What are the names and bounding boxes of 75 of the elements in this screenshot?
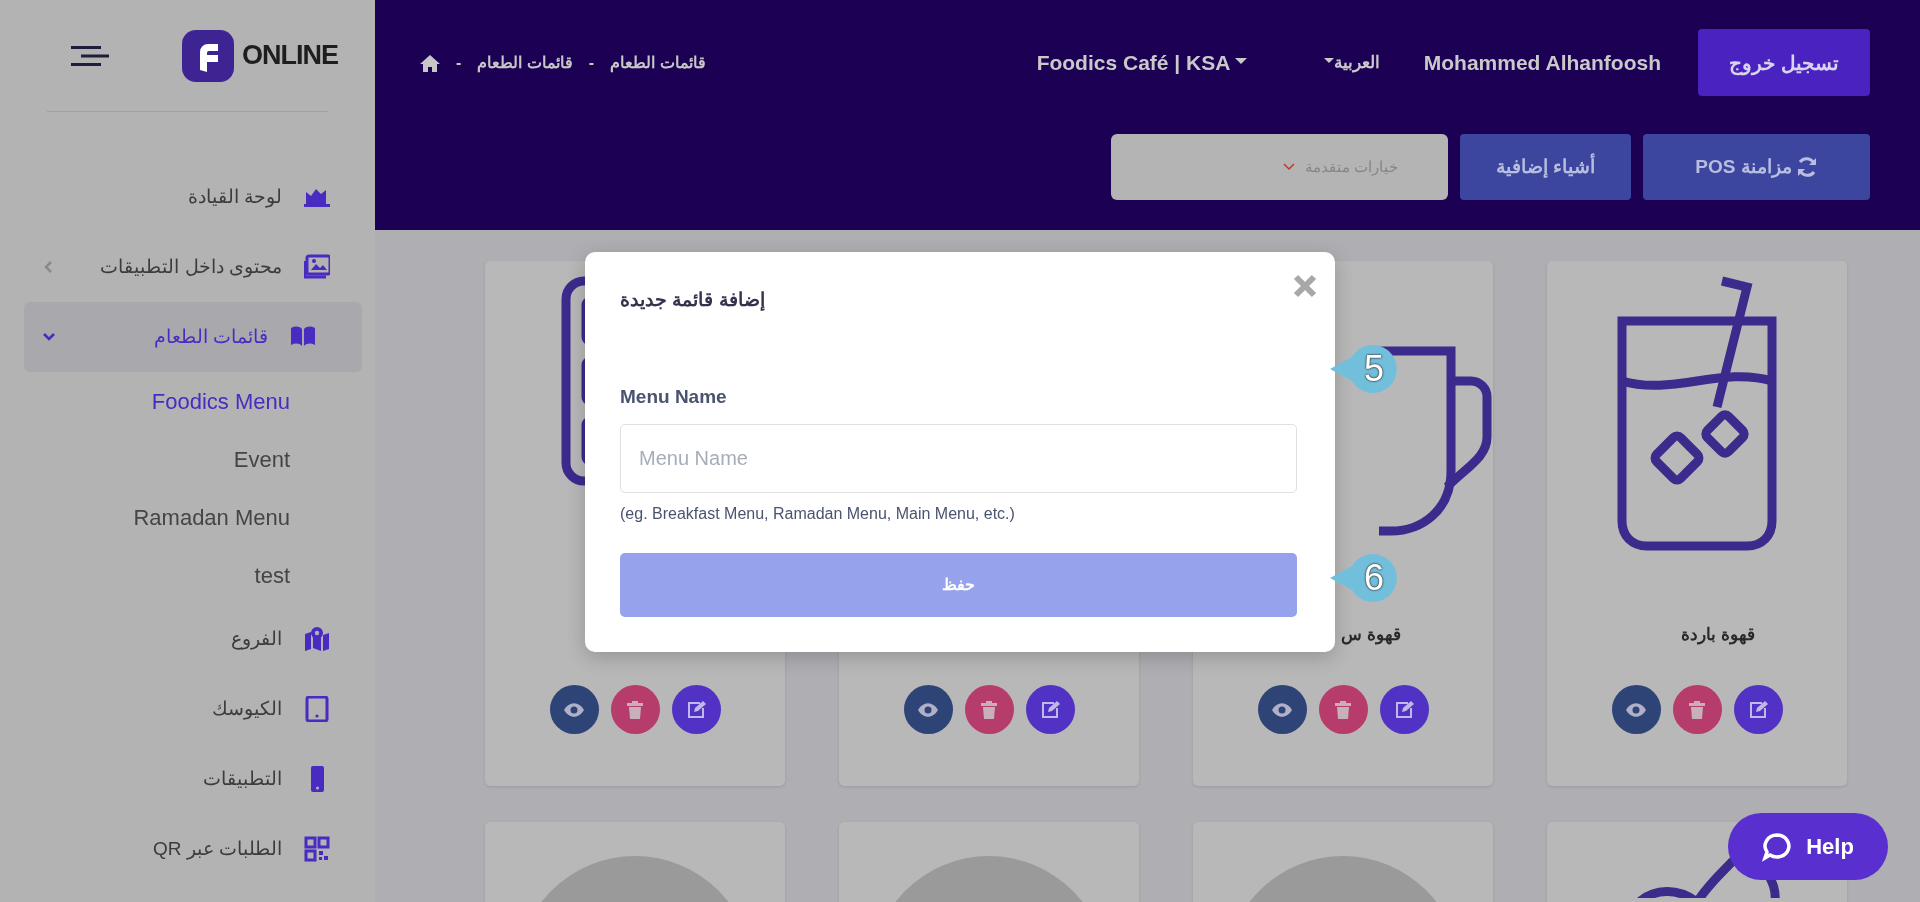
- edit-icon: [1748, 699, 1768, 720]
- view-button[interactable]: [1611, 685, 1661, 734]
- sidebar-item[interactable]: التطبيقات: [24, 744, 362, 814]
- breadcrumb-separator: -: [456, 52, 462, 73]
- modal-title: إضافة قائمة جديدة: [620, 288, 765, 313]
- extras-button[interactable]: أشياء إضافية: [1460, 134, 1631, 200]
- breadcrumb-link[interactable]: قائمات الطعام: [610, 50, 706, 75]
- language-dropdown[interactable]: العربية: [1319, 49, 1380, 76]
- map-icon: [304, 626, 330, 652]
- edit-button[interactable]: [1025, 685, 1075, 734]
- business-dropdown[interactable]: Foodics Café | KSA: [1036, 46, 1248, 79]
- view-button[interactable]: [1257, 685, 1307, 734]
- edit-icon: [686, 699, 706, 720]
- qr-code-icon: [304, 836, 330, 862]
- card-title: قهوة س: [1341, 624, 1401, 647]
- sidebar-label: محتوى داخل التطبيقات: [100, 254, 282, 280]
- sidebar-item[interactable]: الفروع: [24, 604, 362, 674]
- view-button[interactable]: [903, 685, 953, 734]
- edit-button[interactable]: [1379, 685, 1429, 734]
- breadcrumb-link[interactable]: قائمات الطعام: [477, 50, 573, 75]
- user-name: Mohammed Alhanfoosh: [1423, 49, 1661, 76]
- sidebar-item[interactable]: قائمات الطعام: [24, 302, 362, 372]
- glass-icon: [1616, 275, 1778, 553]
- close-button[interactable]: [1293, 274, 1317, 298]
- view-button[interactable]: [549, 685, 599, 734]
- sidebar-item[interactable]: الكيوسك: [24, 674, 362, 744]
- delete-button[interactable]: [964, 685, 1014, 734]
- submenu-item[interactable]: Event: [24, 430, 362, 488]
- chevron-icon: [1282, 163, 1295, 171]
- sync-button[interactable]: مزامنة POS: [1643, 134, 1870, 200]
- close-icon: [1293, 274, 1317, 298]
- callout-number: 6: [1364, 558, 1385, 598]
- delete-button[interactable]: [1672, 685, 1722, 734]
- edit-icon: [1040, 699, 1060, 720]
- logo-icon: [182, 29, 234, 82]
- sidebar-label: قائمات الطعام: [153, 324, 268, 350]
- card-title: قهوة باردة: [1681, 624, 1755, 647]
- edit-button[interactable]: [671, 685, 721, 734]
- eye-icon: [1272, 702, 1292, 717]
- sidebar-item[interactable]: الطلبات عبر QR: [24, 814, 362, 884]
- input-field[interactable]: Menu Name: [620, 424, 1297, 493]
- eye-icon: [918, 702, 938, 717]
- sync-icon: [1795, 156, 1818, 178]
- sidebar-item[interactable]: لوحة القيادة: [24, 162, 362, 232]
- tablet-icon: [304, 696, 330, 722]
- field-label: Menu Name: [620, 385, 727, 407]
- sidebar-label: لوحة القيادة: [187, 184, 282, 210]
- sidebar-label: الفروع: [231, 626, 282, 652]
- sidebar-item[interactable]: محتوى داخل التطبيقات: [24, 232, 362, 302]
- trash-icon: [627, 700, 643, 719]
- callout-number: 5: [1364, 349, 1385, 389]
- trash-icon: [1689, 700, 1705, 719]
- logo-text: ONLINE: [242, 39, 338, 73]
- logout-button[interactable]: تسجيل خروج: [1698, 29, 1870, 96]
- sidebar-label: الطلبات عبر QR: [152, 836, 282, 862]
- image-icon: [304, 254, 330, 280]
- submenu-item[interactable]: test: [24, 546, 362, 604]
- delete-button[interactable]: [610, 685, 660, 734]
- help-text: (eg. Breakfast Menu, Ramadan Menu, Main Menu, etc.): [620, 505, 1015, 522]
- chat-icon: [1762, 831, 1793, 862]
- edit-button[interactable]: [1733, 685, 1783, 734]
- trash-icon: [1335, 700, 1351, 719]
- submenu-item[interactable]: Foodics Menu: [24, 372, 362, 430]
- trash-icon: [981, 700, 997, 719]
- breadcrumb-separator: -: [588, 52, 595, 73]
- delete-button[interactable]: [1318, 685, 1368, 734]
- sidebar-label: الكيوسك: [212, 696, 282, 722]
- sidebar-label: التطبيقات: [203, 766, 282, 791]
- edit-icon: [1394, 699, 1414, 720]
- home-icon[interactable]: [420, 53, 440, 72]
- menu-icon[interactable]: [71, 45, 109, 66]
- help-button[interactable]: Help: [1728, 813, 1888, 880]
- eye-icon: [564, 702, 584, 717]
- eye-icon: [1626, 702, 1646, 717]
- submenu-item[interactable]: Ramadan Menu: [24, 488, 362, 546]
